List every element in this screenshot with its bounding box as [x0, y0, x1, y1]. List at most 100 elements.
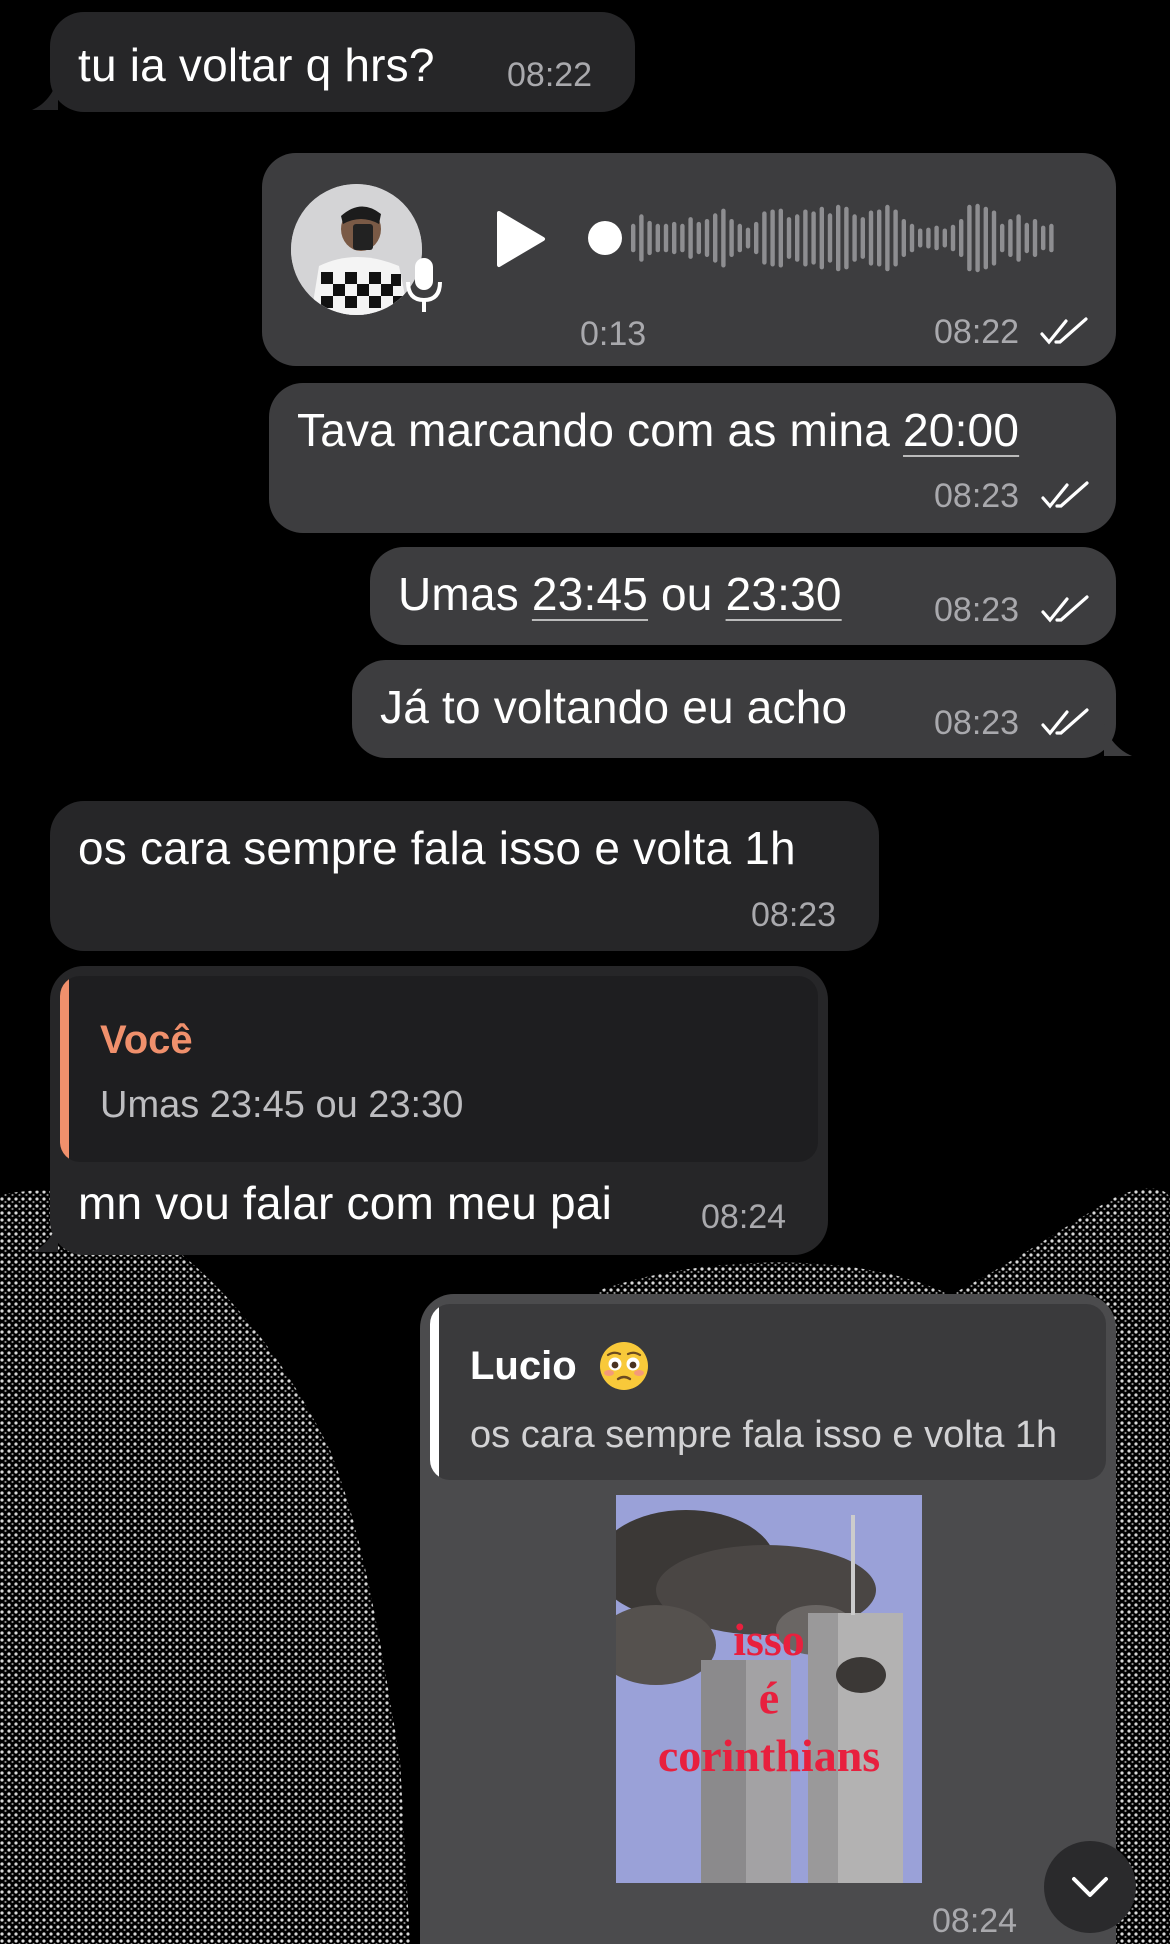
- waveform-bar: [942, 228, 947, 248]
- waveform-bar: [893, 209, 898, 267]
- message-text: Tava marcando com as mina 20:00: [297, 404, 1020, 456]
- message-outgoing-2[interactable]: Tava marcando com as mina 20:00 08:23: [269, 383, 1116, 533]
- waveform-bar: [885, 204, 890, 272]
- waveform-bar: [631, 223, 636, 253]
- waveform-bar: [737, 223, 742, 253]
- waveform-bar: [852, 214, 857, 262]
- flushed-face-emoji: [600, 1342, 648, 1390]
- waveform-bar: [868, 210, 874, 266]
- double-check-icon: [1041, 595, 1089, 623]
- message-text: Umas 23:45 ou 23:30: [398, 568, 842, 620]
- message-text: Já to voltando eu acho: [380, 681, 848, 733]
- waveform-bar: [786, 217, 792, 259]
- waveform-bar: [647, 220, 652, 256]
- waveform-bar: [639, 214, 644, 262]
- message-outgoing-4[interactable]: Já to voltando eu acho 08:23: [352, 660, 1116, 758]
- waveform-bar: [729, 219, 734, 257]
- waveform-bar: [918, 228, 923, 248]
- waveform-bar: [680, 223, 685, 253]
- waveform-bar: [1032, 219, 1038, 257]
- message-incoming-5[interactable]: os cara sempre fala isso e volta 1h 08:2…: [50, 801, 879, 951]
- waveform-bar: [811, 211, 816, 265]
- bubble-tail: [32, 1220, 58, 1252]
- message-text: os cara sempre fala isso e volta 1h: [78, 822, 796, 874]
- waveform-bar: [721, 208, 726, 268]
- waveform-bar: [860, 217, 865, 259]
- reply-quote[interactable]: Lucio os cara sempre fala isso e volta 1…: [430, 1304, 1106, 1480]
- waveform-bar: [696, 221, 701, 255]
- waveform-bar: [844, 206, 849, 270]
- waveform-bar: [745, 227, 751, 249]
- reply-author: Você: [100, 1018, 193, 1062]
- waveform-bar: [672, 221, 677, 255]
- play-icon[interactable]: [495, 209, 547, 269]
- voice-waveform[interactable]: [587, 198, 1057, 278]
- reply-quote[interactable]: Você Umas 23:45 ou 23:30: [60, 976, 818, 1162]
- reply-accent-bar: [430, 1304, 439, 1480]
- waveform-bar: [1041, 225, 1046, 251]
- waveform-bar: [877, 209, 882, 267]
- waveform-bar: [967, 204, 972, 272]
- reply-author: Lucio: [470, 1344, 577, 1388]
- waveform-bar: [795, 214, 800, 262]
- bubble-tail: [1104, 724, 1132, 756]
- waveform-bar: [901, 219, 906, 257]
- message-time: 08:23: [934, 704, 1020, 742]
- waveform-bar: [926, 227, 931, 249]
- message-time: 08:24: [701, 1198, 787, 1236]
- message-time: 08:22: [934, 313, 1020, 351]
- double-check-icon: [1041, 481, 1089, 509]
- waveform-bar: [819, 206, 824, 270]
- time-link[interactable]: 23:45: [532, 568, 648, 620]
- chevron-down-icon: [1072, 1877, 1108, 1897]
- waveform-bar: [688, 217, 693, 259]
- time-link[interactable]: 23:30: [726, 568, 842, 620]
- meme-caption-line-1: isso: [733, 1614, 805, 1665]
- double-check-icon: [1041, 708, 1089, 736]
- meme-caption-line-3: corinthians: [658, 1730, 880, 1781]
- waveform-bar: [909, 223, 915, 253]
- waveform-bar: [959, 219, 964, 257]
- bubble-tail: [32, 78, 58, 110]
- waveform-bar: [975, 203, 980, 273]
- waveform-bar: [778, 208, 783, 268]
- waveform-bar: [803, 209, 808, 267]
- message-outgoing-7[interactable]: Lucio os cara sempre fala isso e volta 1…: [420, 1294, 1116, 1944]
- waveform-bar: [991, 210, 997, 266]
- message-time: 08:23: [934, 477, 1020, 515]
- message-time: 08:24: [932, 1902, 1018, 1940]
- waveform-bar: [713, 213, 718, 263]
- reply-accent-bar: [60, 976, 69, 1162]
- waveform-bar: [1000, 223, 1005, 253]
- time-link[interactable]: 20:00: [903, 404, 1019, 456]
- waveform-bar: [1049, 223, 1054, 253]
- message-outgoing-3[interactable]: Umas 23:45 ou 23:30 08:23: [370, 547, 1116, 645]
- waveform-bar: [836, 204, 841, 272]
- waveform-bar: [663, 223, 669, 253]
- double-check-icon: [1040, 317, 1088, 345]
- waveform-scrubber[interactable]: [588, 221, 622, 255]
- scroll-to-bottom-button[interactable]: [1044, 1841, 1136, 1933]
- meme-caption-line-2: é: [759, 1672, 779, 1723]
- waveform-bar: [1016, 214, 1021, 262]
- waveform-bar: [950, 224, 956, 252]
- waveform-bar: [655, 223, 660, 253]
- waveform-bar: [770, 209, 775, 267]
- message-incoming-6[interactable]: Você Umas 23:45 ou 23:30 mn vou falar co…: [50, 966, 828, 1255]
- message-time: 08:22: [507, 56, 593, 94]
- microphone-icon: [406, 258, 442, 312]
- message-incoming-1[interactable]: tu ia voltar q hrs? 08:22: [50, 12, 635, 112]
- meme-image[interactable]: isso é corinthians: [616, 1495, 922, 1883]
- reply-text: Umas 23:45 ou 23:30: [100, 1084, 464, 1126]
- reply-text: os cara sempre fala isso e volta 1h: [470, 1414, 1058, 1456]
- message-text: tu ia voltar q hrs?: [78, 39, 435, 91]
- message-time: 08:23: [751, 896, 837, 934]
- waveform-bar: [754, 221, 759, 255]
- message-time: 08:23: [934, 591, 1020, 629]
- waveform-bar: [983, 206, 988, 270]
- waveform-bar: [762, 211, 767, 265]
- voice-avatar: [291, 184, 422, 315]
- waveform-bar: [827, 213, 833, 263]
- waveform-bar: [704, 219, 710, 257]
- voice-message[interactable]: 0:13 08:22: [262, 153, 1116, 366]
